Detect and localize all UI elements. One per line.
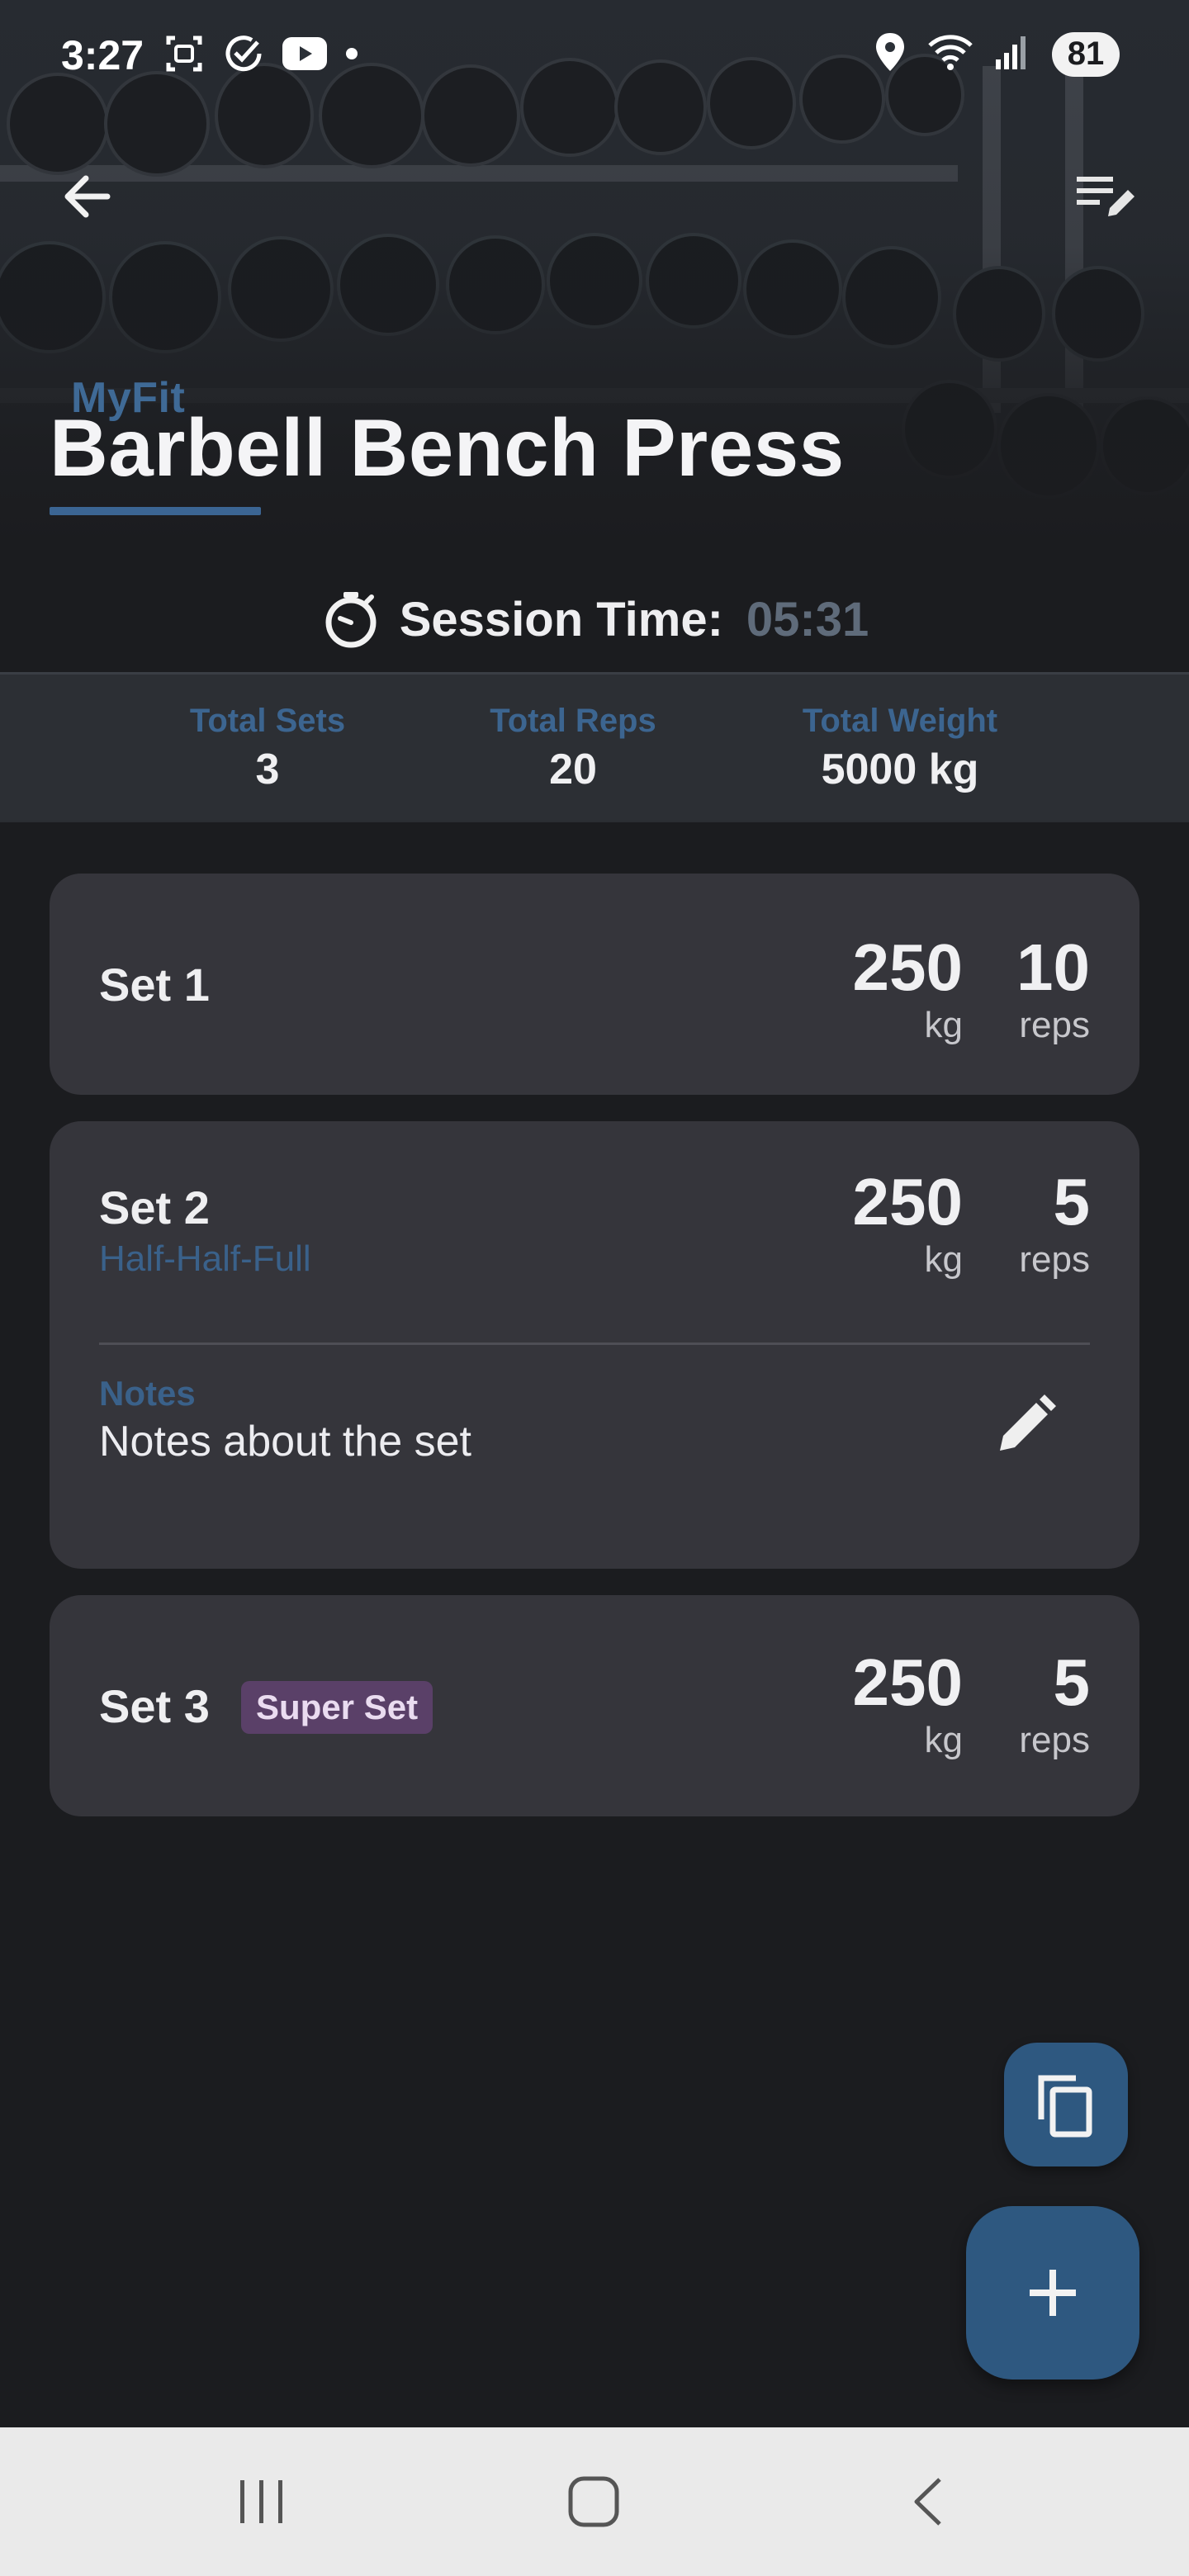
weight-unit: kg <box>924 1239 963 1280</box>
plus-icon <box>1030 2270 1076 2316</box>
reps-unit: reps <box>1019 1005 1090 1045</box>
stats-bar: Total Sets 3 Total Reps 20 Total Weight … <box>0 672 1189 822</box>
set-title: Set 3 <box>99 1680 210 1732</box>
home-icon <box>568 2476 619 2527</box>
reps-value: 5 <box>1053 1165 1091 1238</box>
header-hero: 3:27 81 MyFit Barbell Bench Press <box>0 0 1189 545</box>
weight-unit: kg <box>924 1005 963 1045</box>
notes-text: Notes about the set <box>99 1418 471 1466</box>
status-left-icons <box>163 33 358 78</box>
stat-value: 5000 kg <box>821 746 979 793</box>
session-time-value: 05:31 <box>746 592 869 646</box>
set-title: Set 2 <box>99 1181 210 1234</box>
signal-icon <box>994 33 1030 75</box>
stopwatch-icon <box>325 592 377 648</box>
recent-apps-button[interactable] <box>216 2460 307 2543</box>
home-button[interactable] <box>548 2460 639 2543</box>
set-reps: 5 reps <box>1019 1166 1090 1281</box>
set-reps: 5 reps <box>1019 1646 1090 1762</box>
stat-label: Total Weight <box>802 703 998 739</box>
stat-value: 20 <box>549 746 597 793</box>
super-set-badge: Super Set <box>241 1681 433 1734</box>
check-circle-icon <box>223 33 264 78</box>
screenshot-icon <box>163 33 205 78</box>
system-navigation-bar <box>0 2427 1189 2576</box>
youtube-icon <box>282 37 327 74</box>
weight-value: 250 <box>852 1165 963 1238</box>
set-weight: 250 kg <box>853 1166 963 1281</box>
stat-value: 3 <box>255 746 280 793</box>
notes-label: Notes <box>99 1374 196 1413</box>
stat-total-reps: Total Reps 20 <box>469 703 677 794</box>
status-right-icons: 81 <box>874 31 1120 77</box>
set-reps: 10 reps <box>1016 931 1090 1047</box>
recent-apps-icon <box>240 2480 282 2523</box>
session-timer: Session Time: 05:31 <box>0 578 1189 661</box>
reps-value: 5 <box>1053 1646 1091 1719</box>
weight-value: 250 <box>852 1646 963 1719</box>
reps-value: 10 <box>1016 930 1090 1004</box>
set-subtitle: Half-Half-Full <box>99 1238 311 1279</box>
title-underline <box>50 507 261 515</box>
location-icon <box>874 31 907 77</box>
session-time-label: Session Time: <box>399 592 723 646</box>
dot-icon <box>345 47 358 64</box>
set-weight: 250 kg <box>853 1646 963 1762</box>
wifi-icon <box>928 32 973 76</box>
set-card-1[interactable]: Set 1 250 kg 10 reps <box>50 874 1139 1095</box>
back-button[interactable] <box>50 159 126 234</box>
add-set-button[interactable] <box>966 2206 1139 2379</box>
stat-label: Total Reps <box>490 703 656 739</box>
stat-total-sets: Total Sets 3 <box>168 703 367 794</box>
card-divider <box>99 1342 1090 1345</box>
edit-list-icon <box>1077 177 1135 216</box>
set-card-2[interactable]: Set 2 Half-Half-Full 250 kg 5 reps Notes… <box>50 1121 1139 1569</box>
back-icon <box>914 2478 941 2526</box>
pencil-icon <box>1000 1395 1056 1451</box>
duplicate-set-button[interactable] <box>1004 2043 1128 2166</box>
stat-label: Total Sets <box>189 703 346 739</box>
weight-unit: kg <box>924 1720 963 1760</box>
arrow-left-icon <box>64 175 111 218</box>
system-back-button[interactable] <box>882 2460 973 2543</box>
status-time: 3:27 <box>61 32 144 78</box>
weight-value: 250 <box>852 930 963 1004</box>
status-bar: 3:27 81 <box>0 0 1189 111</box>
set-weight: 250 kg <box>853 931 963 1047</box>
edit-exercise-button[interactable] <box>1068 159 1144 234</box>
stat-total-weight: Total Weight 5000 kg <box>776 703 1024 794</box>
edit-notes-button[interactable] <box>989 1387 1063 1461</box>
exercise-title: Barbell Bench Press <box>50 402 845 493</box>
set-title: Set 1 <box>99 959 210 1011</box>
reps-unit: reps <box>1019 1239 1090 1280</box>
set-card-3[interactable]: Set 3 Super Set 250 kg 5 reps <box>50 1595 1139 1816</box>
battery-indicator: 81 <box>1052 31 1120 77</box>
copy-icon <box>1038 2075 1092 2138</box>
reps-unit: reps <box>1019 1720 1090 1760</box>
